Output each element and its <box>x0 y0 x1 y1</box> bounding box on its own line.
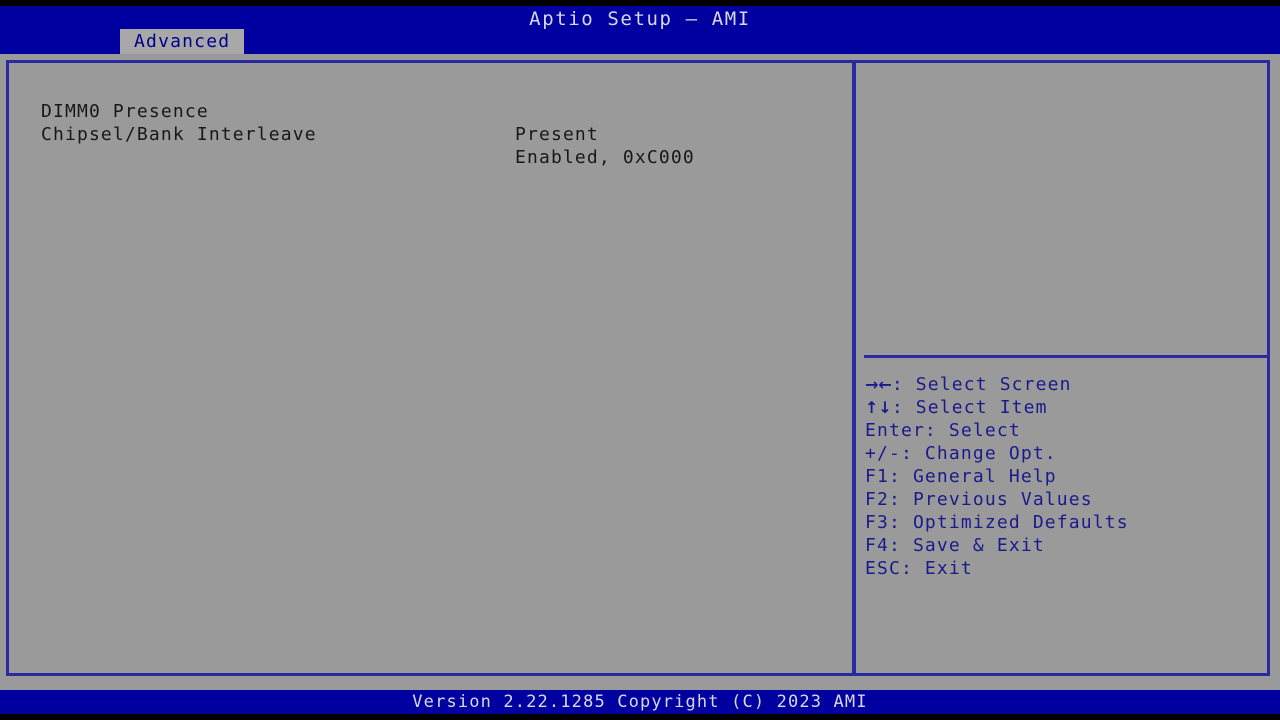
setting-row-dimm0-presence[interactable]: DIMM0 Presence Present <box>9 77 852 145</box>
left-right-arrow-icon: →← <box>865 375 892 394</box>
setting-row-chipsel-bank-interleave[interactable]: Chipsel/Bank Interleave Enabled, 0xC000 <box>9 100 852 168</box>
help-key-previous-values: F2: Previous Values <box>865 489 1093 510</box>
up-down-arrow-icon: ↑↓ <box>865 398 892 417</box>
tab-bar: Advanced <box>0 29 1280 54</box>
help-key-change-opt: +/-: Change Opt. <box>865 443 1057 464</box>
help-key-save-and-exit: F4: Save & Exit <box>865 535 1045 556</box>
help-key-select-item: ↑↓: Select Item <box>865 396 1263 419</box>
settings-list: DIMM0 Presence Present Chipsel/Bank Inte… <box>9 63 852 673</box>
setting-value: Enabled, 0xC000 <box>515 147 695 168</box>
help-horizontal-divider <box>864 355 1270 358</box>
bios-setup-screen: Aptio Setup – AMI Advanced DIMM0 Presenc… <box>0 0 1280 720</box>
setting-value: Present <box>515 124 599 145</box>
help-key-general-help: F1: General Help <box>865 466 1057 487</box>
help-key-legend: →←: Select Screen ↑↓: Select Item Enter:… <box>865 373 1263 580</box>
main-panel: DIMM0 Presence Present Chipsel/Bank Inte… <box>6 60 1270 676</box>
tab-advanced[interactable]: Advanced <box>120 29 245 54</box>
bottom-black-strip <box>0 714 1280 720</box>
help-key-esc-exit: ESC: Exit <box>865 558 973 579</box>
help-key-select-screen: →←: Select Screen <box>865 373 1263 396</box>
setting-label: Chipsel/Bank Interleave <box>41 124 317 145</box>
help-key-label: : Select Screen <box>891 374 1072 395</box>
footer-version-text: Version 2.22.1285 Copyright (C) 2023 AMI <box>412 692 868 712</box>
help-key-enter-select: Enter: Select <box>865 420 1021 441</box>
help-pane: →←: Select Screen ↑↓: Select Item Enter:… <box>856 63 1270 673</box>
help-key-optimized-defaults: F3: Optimized Defaults <box>865 512 1129 533</box>
help-key-label: : Select Item <box>891 397 1048 418</box>
